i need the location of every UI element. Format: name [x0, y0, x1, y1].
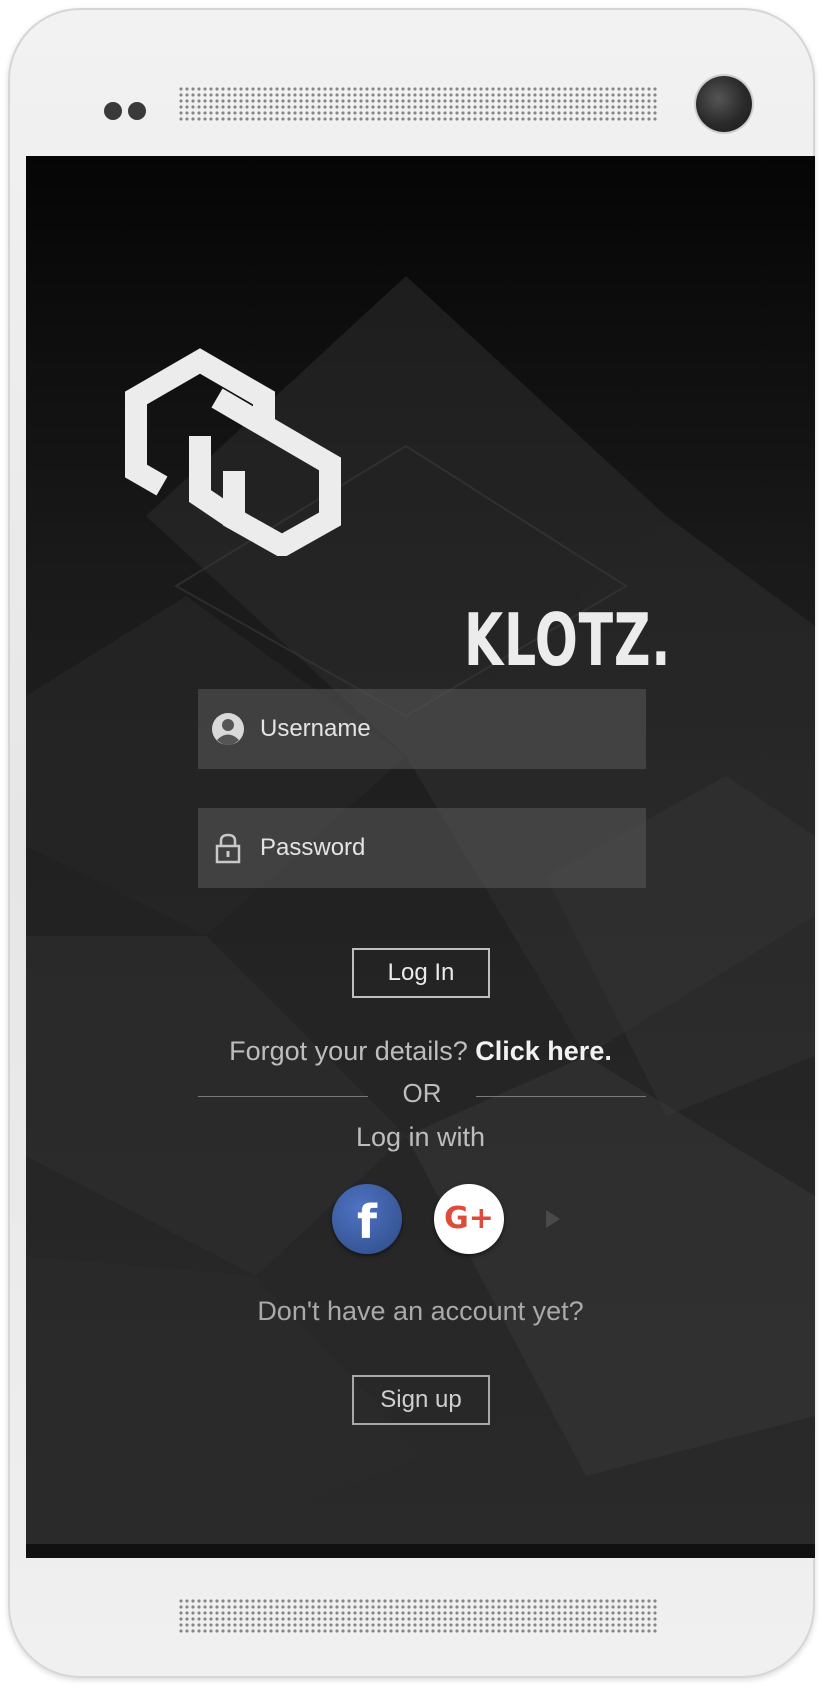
app-screen: KLOTZ. Log In Forgot your details? Click…	[26, 156, 815, 1558]
bottom-speaker-grille	[178, 1598, 658, 1634]
login-with-heading: Log in with	[355, 1122, 486, 1152]
sensor-dots	[104, 102, 152, 120]
phone-device-frame: KLOTZ. Log In Forgot your details? Click…	[8, 8, 815, 1678]
signup-button[interactable]: Sign up	[352, 1375, 490, 1425]
chevron-right-icon[interactable]	[546, 1210, 560, 1228]
lock-icon	[215, 833, 241, 864]
or-label: OR	[402, 1078, 442, 1108]
google-plus-icon: G+	[444, 1201, 494, 1236]
front-camera	[696, 76, 752, 132]
forgot-click-here-link[interactable]: Click here.	[475, 1036, 612, 1066]
username-field[interactable]	[198, 689, 646, 769]
google-plus-login-button[interactable]: G+	[434, 1184, 504, 1254]
top-speaker-grille	[178, 86, 658, 122]
forgot-details-text: Forgot your details? Click here.	[26, 1036, 815, 1067]
login-button[interactable]: Log In	[352, 948, 490, 998]
brand-name: KLOTZ.	[464, 598, 672, 682]
password-field[interactable]	[198, 808, 646, 888]
password-input[interactable]	[260, 808, 630, 888]
klotz-logo: KLOTZ.	[122, 336, 670, 682]
no-account-text: Don't have an account yet?	[257, 1296, 584, 1326]
username-input[interactable]	[260, 689, 630, 769]
forgot-prompt: Forgot your details?	[229, 1036, 476, 1066]
facebook-login-button[interactable]: f	[332, 1184, 402, 1254]
user-circle-icon	[212, 713, 244, 745]
screen-bottom-edge	[26, 1544, 815, 1558]
or-divider: OR	[198, 1078, 646, 1114]
top-bezel	[8, 8, 815, 148]
divider-line-right	[476, 1096, 646, 1097]
hexagon-logo-icon	[125, 348, 341, 556]
facebook-icon: f	[356, 1195, 377, 1249]
